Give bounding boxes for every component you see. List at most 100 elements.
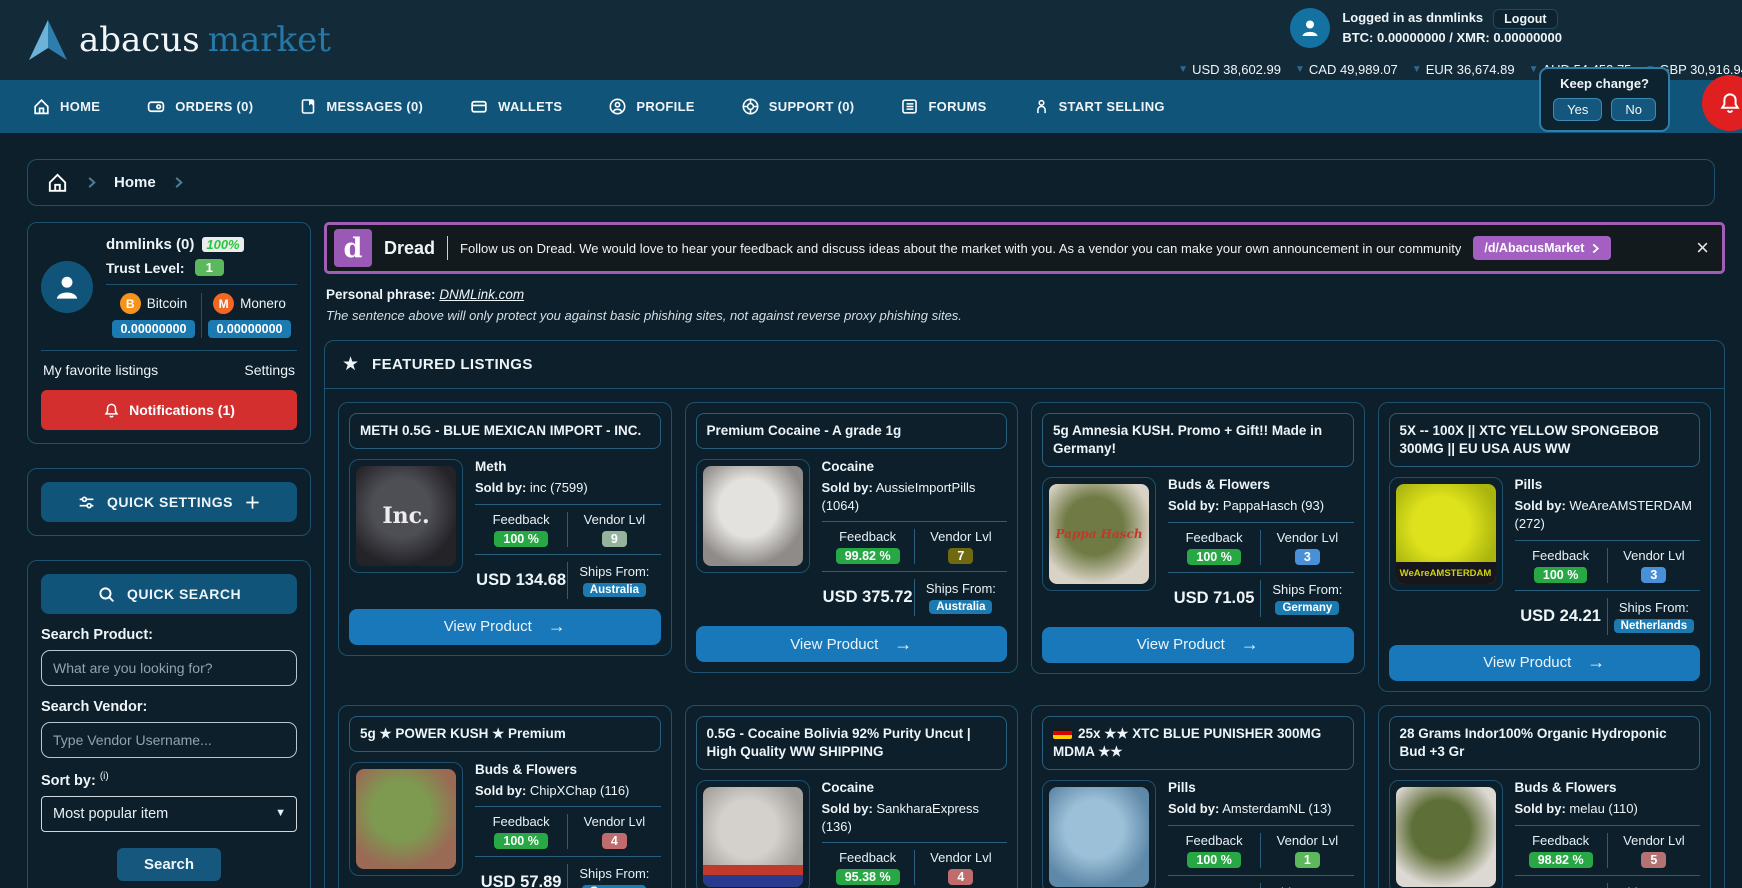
view-product-button[interactable]: View Product → — [1389, 645, 1701, 681]
vendor-name[interactable]: melau (110) — [1569, 801, 1637, 816]
personal-phrase-block: Personal phrase: DNMLink.com The sentenc… — [326, 287, 1723, 323]
quick-settings-button[interactable]: QUICK SETTINGS — [41, 482, 297, 522]
view-product-button[interactable]: View Product → — [1042, 627, 1354, 663]
dread-name: Dread — [384, 238, 435, 259]
product-card: 5g Amnesia KUSH. Promo + Gift!! Made in … — [1031, 402, 1365, 674]
feedback-label: Feedback — [1515, 833, 1607, 848]
vendor-level-label: Vendor Lvl — [1261, 833, 1353, 848]
personal-phrase-link[interactable]: DNMLink.com — [439, 287, 524, 302]
vendor-level-badge: 3 — [1641, 567, 1666, 583]
vendor-name[interactable]: PappaHasch (93) — [1223, 498, 1324, 513]
product-price: USD 134.68 — [475, 571, 567, 590]
nav-orders[interactable]: ORDERS (0) — [146, 97, 253, 116]
chevron-right-icon — [172, 176, 185, 189]
ships-from-label: Ships From: — [915, 581, 1007, 596]
feedback-badge: 100 % — [1187, 549, 1240, 565]
username[interactable]: dnmlinks (0) — [106, 236, 194, 253]
star-icon: ★ — [342, 353, 359, 376]
feedback-cell: Feedback 100 % — [475, 512, 567, 547]
featured-listings-header: ★ FEATURED LISTINGS — [325, 341, 1724, 389]
nav-messages[interactable]: MESSAGES (0) — [299, 97, 423, 116]
logout-button[interactable]: Logout — [1493, 9, 1557, 29]
vendor-level-badge: 1 — [1295, 852, 1320, 868]
keep-change-yes-button[interactable]: Yes — [1553, 98, 1602, 121]
divider — [1168, 825, 1354, 826]
product-image-band: WeAreAMSTERDAM — [1396, 562, 1496, 584]
currency-ticker-item[interactable]: ▼CAD 49,989.07 — [1295, 62, 1398, 77]
avatar[interactable] — [1290, 8, 1330, 48]
keep-change-no-button[interactable]: No — [1611, 98, 1656, 121]
notifications-button[interactable]: Notifications (1) — [41, 390, 297, 430]
currency-ticker-item[interactable]: ▼USD 38,602.99 — [1178, 62, 1281, 77]
feedback-label: Feedback — [1168, 833, 1260, 848]
sort-by-select[interactable]: Most popular item — [41, 796, 297, 832]
chevron-right-icon — [85, 176, 98, 189]
divider — [822, 842, 1008, 843]
view-product-button[interactable]: View Product → — [696, 626, 1008, 662]
search-product-input[interactable] — [41, 650, 297, 686]
view-product-button[interactable]: View Product → — [349, 609, 661, 645]
trust-level-label: Trust Level: — [106, 260, 185, 276]
nav-support[interactable]: SUPPORT (0) — [741, 97, 855, 116]
currency-ticker-item[interactable]: ▼EUR 36,674.89 — [1412, 62, 1515, 77]
feedback-badge: 100 % — [1187, 852, 1240, 868]
vendor-level-label: Vendor Lvl — [915, 529, 1007, 544]
feedback-badge: 100 % — [1534, 567, 1587, 583]
nav-wallets[interactable]: WALLETS — [469, 97, 562, 116]
main-nav: HOME ORDERS (0) MESSAGES (0) WALLETS PRO… — [0, 80, 1742, 133]
product-price: USD 71.05 — [1168, 589, 1260, 608]
close-icon[interactable]: × — [1696, 237, 1709, 259]
product-title[interactable]: 0.5G - Cocaine Bolivia 92% Purity Uncut … — [696, 716, 1008, 770]
product-price: USD 375.72 — [822, 588, 914, 607]
dread-message: Follow us on Dread. We would love to hea… — [460, 241, 1461, 256]
favorite-listings-link[interactable]: My favorite listings — [43, 362, 158, 378]
quick-search-header[interactable]: QUICK SEARCH — [41, 574, 297, 614]
breadcrumb-home-icon[interactable] — [46, 171, 69, 194]
trust-level-badge: 1 — [195, 259, 224, 276]
divider — [447, 236, 448, 260]
search-vendor-input[interactable] — [41, 722, 297, 758]
divider — [822, 521, 1008, 522]
vendor-name[interactable]: AmsterdamNL (13) — [1222, 801, 1331, 816]
product-title[interactable]: 28 Grams Indor100% Organic Hydroponic Bu… — [1389, 716, 1701, 770]
vendor-level-badge: 4 — [948, 869, 973, 885]
product-image-frame: Pappa Hasch — [1042, 477, 1156, 591]
sliders-icon — [77, 493, 96, 512]
dread-community-button[interactable]: /d/AbacusMarket — [1473, 236, 1611, 260]
sold-by-label: Sold by: — [822, 480, 873, 495]
vendor-name[interactable]: ChipXChap (116) — [530, 783, 629, 798]
nav-start-selling[interactable]: START SELLING — [1033, 97, 1165, 116]
nav-profile[interactable]: PROFILE — [608, 97, 694, 116]
breadcrumb-home-label[interactable]: Home — [114, 174, 156, 191]
header: abacusmarket Logged in as dnmlinks Logou… — [0, 0, 1742, 80]
product-title[interactable]: 5X -- 100X || XTC YELLOW SPONGEBOB 300MG… — [1389, 413, 1701, 467]
vendor-name[interactable]: inc (7599) — [530, 480, 588, 495]
nav-home[interactable]: HOME — [32, 97, 100, 116]
product-title[interactable]: Premium Cocaine - A grade 1g — [696, 413, 1008, 449]
btc-balance-badge: 0.00000000 — [112, 320, 194, 338]
product-category: Cocaine — [822, 780, 1008, 795]
search-button[interactable]: Search — [117, 848, 221, 881]
notification-bell-fab[interactable] — [1702, 75, 1742, 131]
product-price: USD 57.89 — [475, 873, 567, 888]
feedback-label: Feedback — [822, 850, 914, 865]
product-title[interactable]: 5g Amnesia KUSH. Promo + Gift!! Made in … — [1042, 413, 1354, 467]
ships-from-cell: Ships From: Germany — [1260, 883, 1353, 888]
logo[interactable]: abacusmarket — [27, 18, 331, 62]
feedback-cell: Feedback 100 % — [475, 814, 567, 849]
product-card: 5g ★ POWER KUSH ★ Premium Buds & Flowers… — [338, 705, 672, 888]
ships-from-badge: Australia — [929, 600, 992, 614]
product-card: METH 0.5G - BLUE MEXICAN IMPORT - INC. I… — [338, 402, 672, 656]
settings-link[interactable]: Settings — [244, 362, 295, 378]
vendor-level-badge: 9 — [602, 531, 627, 547]
product-image-label: Pappa Hasch — [1051, 527, 1146, 541]
product-title[interactable]: 5g ★ POWER KUSH ★ Premium — [349, 716, 661, 752]
feedback-badge: 95.38 % — [836, 869, 900, 885]
product-title[interactable]: METH 0.5G - BLUE MEXICAN IMPORT - INC. — [349, 413, 661, 449]
vendor-level-badge: 4 — [602, 833, 627, 849]
nav-forums[interactable]: FORUMS — [900, 97, 986, 116]
product-image-frame — [1389, 780, 1503, 888]
phishing-note: The sentence above will only protect you… — [326, 308, 1723, 323]
vendor-level-cell: Vendor Lvl 3 — [1260, 530, 1353, 565]
product-title[interactable]: 25x ★★ XTC BLUE PUNISHER 300MG MDMA ★★ — [1042, 716, 1354, 770]
